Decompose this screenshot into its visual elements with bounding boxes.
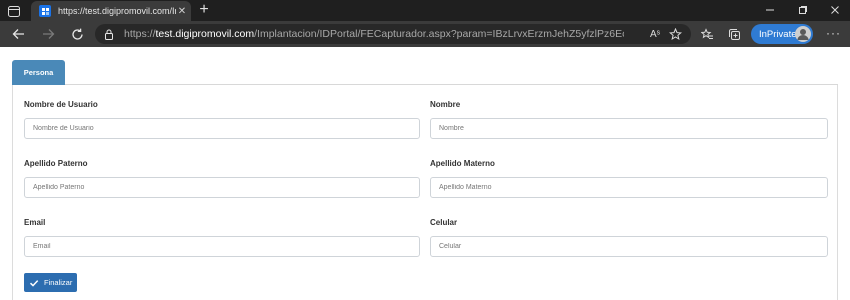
tab-persona[interactable]: Persona xyxy=(12,60,65,85)
label-apellido-materno: Apellido Materno xyxy=(430,159,495,168)
inprivate-label: InPrivate xyxy=(759,28,797,40)
url-path: /Implantacion/IDPortal/FECapturador.aspx… xyxy=(254,28,624,40)
label-celular: Celular xyxy=(430,218,458,227)
url-scheme: https:// xyxy=(124,28,156,40)
label-nombre-usuario: Nombre de Usuario xyxy=(24,100,98,109)
browser-tabstrip: https://test.digipromovil.com/Im ✕ + xyxy=(0,0,850,21)
label-nombre: Nombre xyxy=(430,100,461,109)
tab-title: https://test.digipromovil.com/Im xyxy=(58,6,176,16)
more-options-button[interactable]: ··· xyxy=(826,27,841,39)
lock-icon[interactable] xyxy=(103,28,115,40)
close-window-icon[interactable] xyxy=(825,2,845,18)
nombre-usuario-input[interactable] xyxy=(24,118,420,139)
site-favicon-icon xyxy=(39,5,51,17)
collections-icon[interactable] xyxy=(726,26,742,42)
add-favorite-icon[interactable] xyxy=(667,26,683,42)
apellido-paterno-input[interactable] xyxy=(24,177,420,198)
read-aloud-icon[interactable]: Aˢ xyxy=(647,26,663,42)
forward-arrow-icon[interactable] xyxy=(40,26,56,42)
new-tab-button[interactable]: + xyxy=(196,1,212,19)
tab-close-icon[interactable]: ✕ xyxy=(176,6,188,17)
refresh-icon[interactable] xyxy=(69,26,85,42)
back-arrow-icon[interactable] xyxy=(10,26,26,42)
url-host: test.digipromovil.com xyxy=(155,28,255,40)
celular-input[interactable] xyxy=(430,236,828,257)
minimize-icon[interactable] xyxy=(760,2,780,18)
page-content: Persona xyxy=(0,47,850,300)
browser-tab[interactable]: https://test.digipromovil.com/Im ✕ xyxy=(31,1,191,21)
finalizar-label: Finalizar xyxy=(44,278,73,287)
url-text: https://test.digipromovil.com/Implantaci… xyxy=(124,28,624,40)
email-field[interactable] xyxy=(24,236,420,257)
check-icon xyxy=(29,278,39,288)
inprivate-badge[interactable]: InPrivate xyxy=(751,24,813,44)
form-tabbar: Persona xyxy=(12,60,838,85)
label-email: Email xyxy=(24,218,46,227)
label-apellido-paterno: Apellido Paterno xyxy=(24,159,88,168)
address-bar[interactable]: https://test.digipromovil.com/Implantaci… xyxy=(95,24,691,44)
browser-toolbar: https://test.digipromovil.com/Implantaci… xyxy=(0,21,850,47)
finalizar-button[interactable]: Finalizar xyxy=(24,273,77,292)
tab-actions-icon[interactable] xyxy=(6,3,22,19)
nombre-input[interactable] xyxy=(430,118,828,139)
favorites-icon[interactable] xyxy=(699,26,715,42)
restore-icon[interactable] xyxy=(793,2,813,18)
apellido-materno-input[interactable] xyxy=(430,177,828,198)
avatar[interactable] xyxy=(795,26,811,42)
